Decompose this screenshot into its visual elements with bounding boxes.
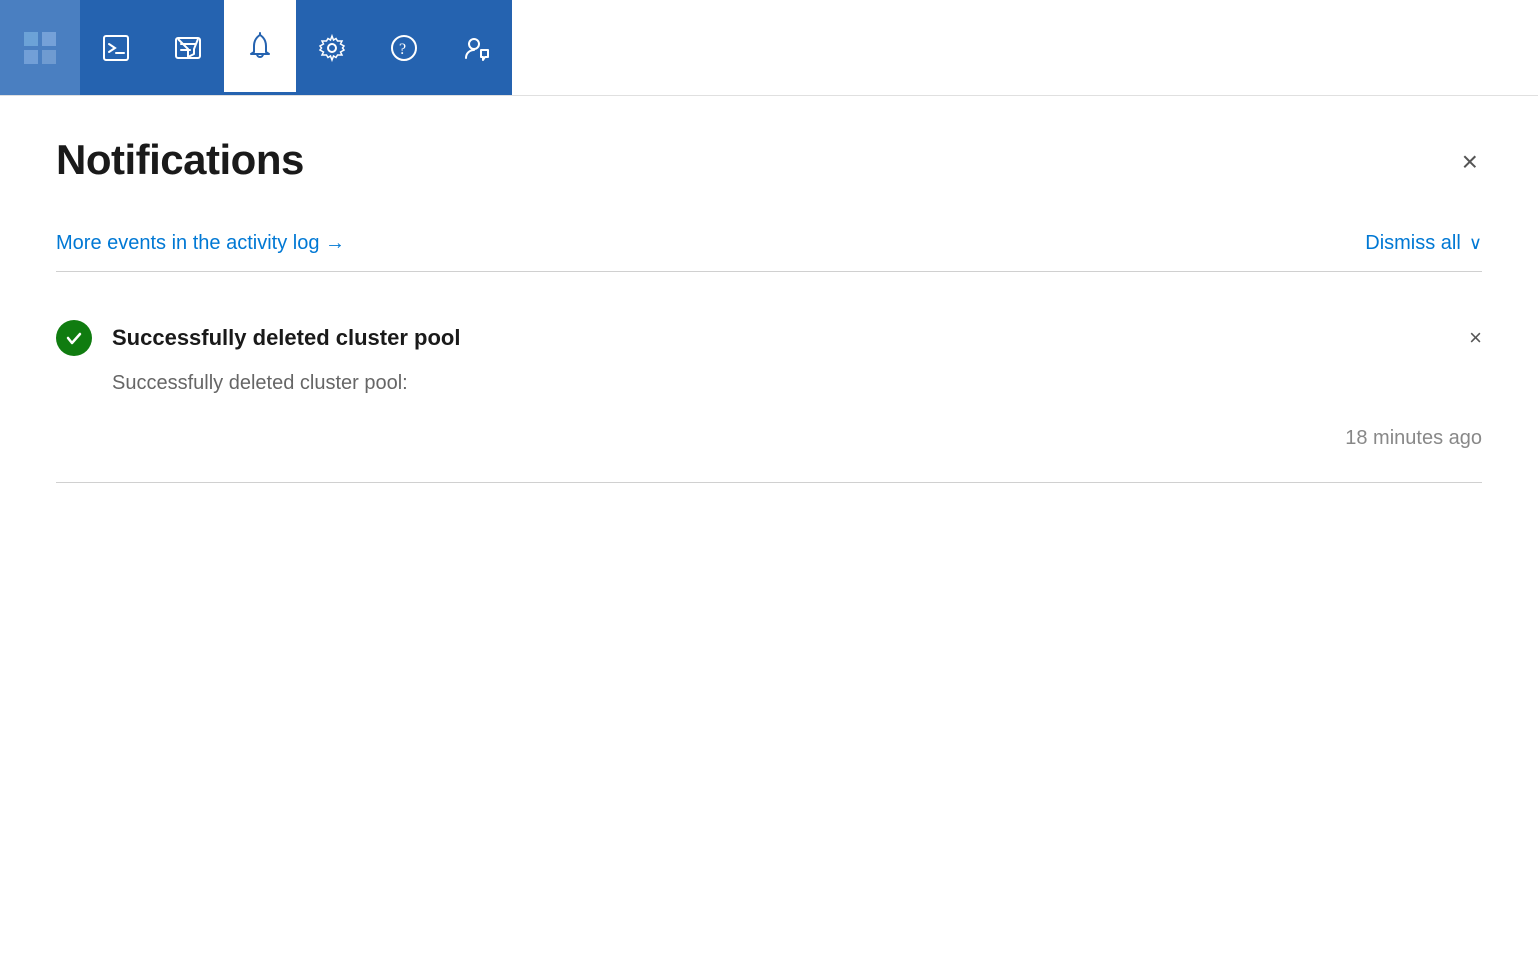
user-feedback-icon: [462, 34, 490, 62]
help-icon: ?: [390, 34, 418, 62]
bell-icon: [246, 32, 274, 60]
notification-timestamp: 18 minutes ago: [1345, 427, 1482, 450]
dismiss-all-area[interactable]: Dismiss all ∨: [1365, 232, 1482, 255]
logo-icon: [22, 30, 58, 66]
settings-button[interactable]: [296, 0, 368, 95]
activity-bar: More events in the activity log → Dismis…: [56, 232, 1482, 255]
topbar: ?: [0, 0, 1538, 96]
notifications-header: Notifications ×: [56, 136, 1482, 184]
logo-area: [0, 0, 80, 95]
filter-icon: [174, 34, 202, 62]
topbar-left-section: [0, 0, 224, 95]
notifications-panel: Notifications × More events in the activ…: [0, 96, 1538, 483]
terminal-icon: [102, 34, 130, 62]
dismiss-all-label: Dismiss all: [1365, 232, 1461, 255]
bottom-divider: [56, 482, 1482, 483]
activity-log-link[interactable]: More events in the activity log →: [56, 232, 345, 255]
settings-icon: [318, 34, 346, 62]
dismiss-chevron-icon: ∨: [1469, 233, 1482, 254]
close-notifications-button[interactable]: ×: [1458, 144, 1482, 180]
notification-time-row: 18 minutes ago: [56, 427, 1482, 458]
filter-button[interactable]: [152, 0, 224, 95]
notification-title-area: Successfully deleted cluster pool: [56, 320, 460, 356]
checkmark-icon: [64, 328, 84, 348]
dismiss-notification-button[interactable]: ×: [1469, 325, 1482, 351]
svg-text:?: ?: [399, 41, 406, 58]
notification-item-header: Successfully deleted cluster pool ×: [56, 320, 1482, 356]
notification-item: Successfully deleted cluster pool × Succ…: [56, 296, 1482, 482]
top-divider: [56, 271, 1482, 272]
notification-title-text: Successfully deleted cluster pool: [112, 325, 460, 351]
success-status-icon: [56, 320, 92, 356]
terminal-button[interactable]: [80, 0, 152, 95]
notifications-button[interactable]: [224, 0, 296, 95]
help-button[interactable]: ?: [368, 0, 440, 95]
user-feedback-button[interactable]: [440, 0, 512, 95]
topbar-right-section: ?: [296, 0, 512, 95]
notification-body-text: Successfully deleted cluster pool:: [56, 372, 1482, 395]
notifications-title: Notifications: [56, 136, 304, 184]
